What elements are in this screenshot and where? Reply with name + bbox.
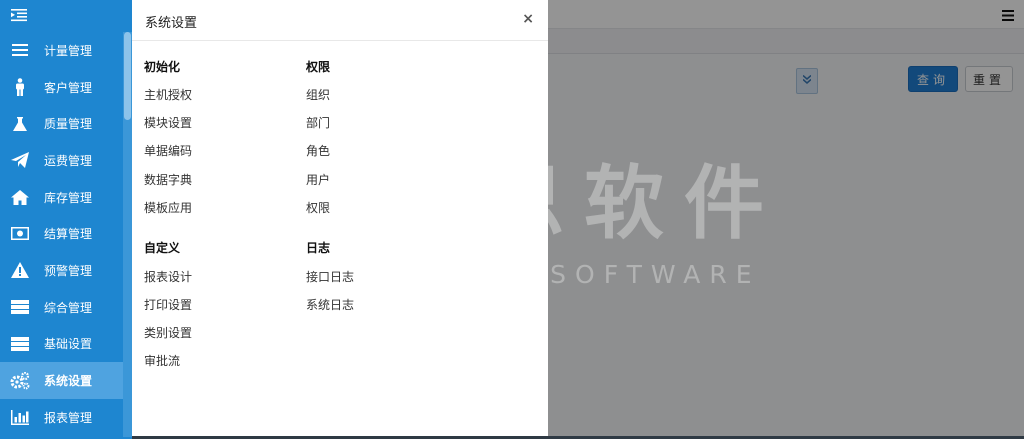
link-department[interactable]: 部门: [306, 114, 330, 131]
link-data-dictionary[interactable]: 数据字典: [144, 171, 192, 188]
link-role[interactable]: 角色: [306, 142, 330, 159]
link-print-settings[interactable]: 打印设置: [144, 296, 192, 313]
sidebar-item-settlement[interactable]: 结算管理: [0, 215, 132, 252]
sidebar-item-label: 报表管理: [44, 410, 93, 425]
link-permission[interactable]: 权限: [306, 199, 330, 216]
sidebar-scroll-thumb[interactable]: [124, 32, 131, 120]
warning-icon: [10, 260, 30, 280]
sidebar-item-label: 基础设置: [44, 337, 93, 352]
sidebar-item-label: 综合管理: [44, 300, 93, 315]
group-title-init: 初始化: [144, 60, 181, 74]
close-icon[interactable]: ×: [522, 11, 534, 27]
money-icon: [10, 224, 30, 244]
panel-header: 系统设置 ×: [132, 0, 548, 41]
link-template-apply[interactable]: 模板应用: [144, 199, 192, 216]
home-icon: [10, 187, 30, 207]
link-user[interactable]: 用户: [306, 171, 330, 188]
sidebar-item-general[interactable]: 综合管理: [0, 289, 132, 326]
gears-icon: [10, 371, 30, 391]
flask-icon: [10, 114, 30, 134]
bar-chart-icon: [10, 407, 30, 427]
group-title-custom: 自定义: [144, 241, 181, 255]
server-icon: [10, 334, 30, 354]
sidebar-item-basic-settings[interactable]: 基础设置: [0, 326, 132, 363]
link-document-coding[interactable]: 单据编码: [144, 142, 192, 159]
link-system-log[interactable]: 系统日志: [306, 296, 354, 313]
sidebar-item-system-settings[interactable]: 系统设置: [0, 362, 132, 399]
sidebar-item-label: 结算管理: [44, 227, 93, 242]
sidebar-item-label: 质量管理: [44, 117, 93, 132]
sidebar-item-quality[interactable]: 质量管理: [0, 105, 132, 142]
panel-title: 系统设置: [145, 16, 198, 31]
group-title-permissions: 权限: [306, 60, 331, 74]
sidebar-item-label: 运费管理: [44, 153, 93, 168]
sidebar-item-metering[interactable]: 计量管理: [0, 32, 132, 69]
sidebar-item-reports[interactable]: 报表管理: [0, 399, 132, 436]
sidebar-item-customers[interactable]: 客户管理: [0, 69, 132, 106]
sidebar-item-inventory[interactable]: 库存管理: [0, 179, 132, 216]
link-category-settings[interactable]: 类别设置: [144, 324, 192, 341]
sidebar: 计量管理 客户管理 质量管理 运费管理 库存管理 结算管理 预警管理 综合管理 …: [0, 0, 132, 439]
list-icon: [10, 40, 30, 60]
link-approval-flow[interactable]: 审批流: [144, 352, 180, 369]
indent-icon: [11, 9, 27, 22]
link-report-design[interactable]: 报表设计: [144, 268, 192, 285]
paper-plane-icon: [10, 150, 30, 170]
link-organization[interactable]: 组织: [306, 86, 330, 103]
sidebar-item-label: 库存管理: [44, 190, 93, 205]
sidebar-item-freight[interactable]: 运费管理: [0, 142, 132, 179]
sidebar-item-label: 预警管理: [44, 263, 93, 278]
group-title-logs: 日志: [306, 241, 331, 255]
system-settings-panel: 系统设置 × 初始化 主机授权 模块设置 单据编码 数据字典 模板应用 权限 组…: [132, 0, 548, 436]
server-icon: [10, 297, 30, 317]
sidebar-item-label: 系统设置: [44, 374, 93, 389]
link-host-license[interactable]: 主机授权: [144, 86, 192, 103]
sidebar-toggle[interactable]: [0, 0, 132, 32]
link-module-settings[interactable]: 模块设置: [144, 114, 192, 131]
link-interface-log[interactable]: 接口日志: [306, 268, 354, 285]
sidebar-item-label: 客户管理: [44, 80, 93, 95]
person-icon: [10, 77, 30, 97]
sidebar-item-label: 计量管理: [44, 43, 93, 58]
sidebar-item-alerts[interactable]: 预警管理: [0, 252, 132, 289]
sidebar-scrollbar[interactable]: [123, 32, 132, 437]
